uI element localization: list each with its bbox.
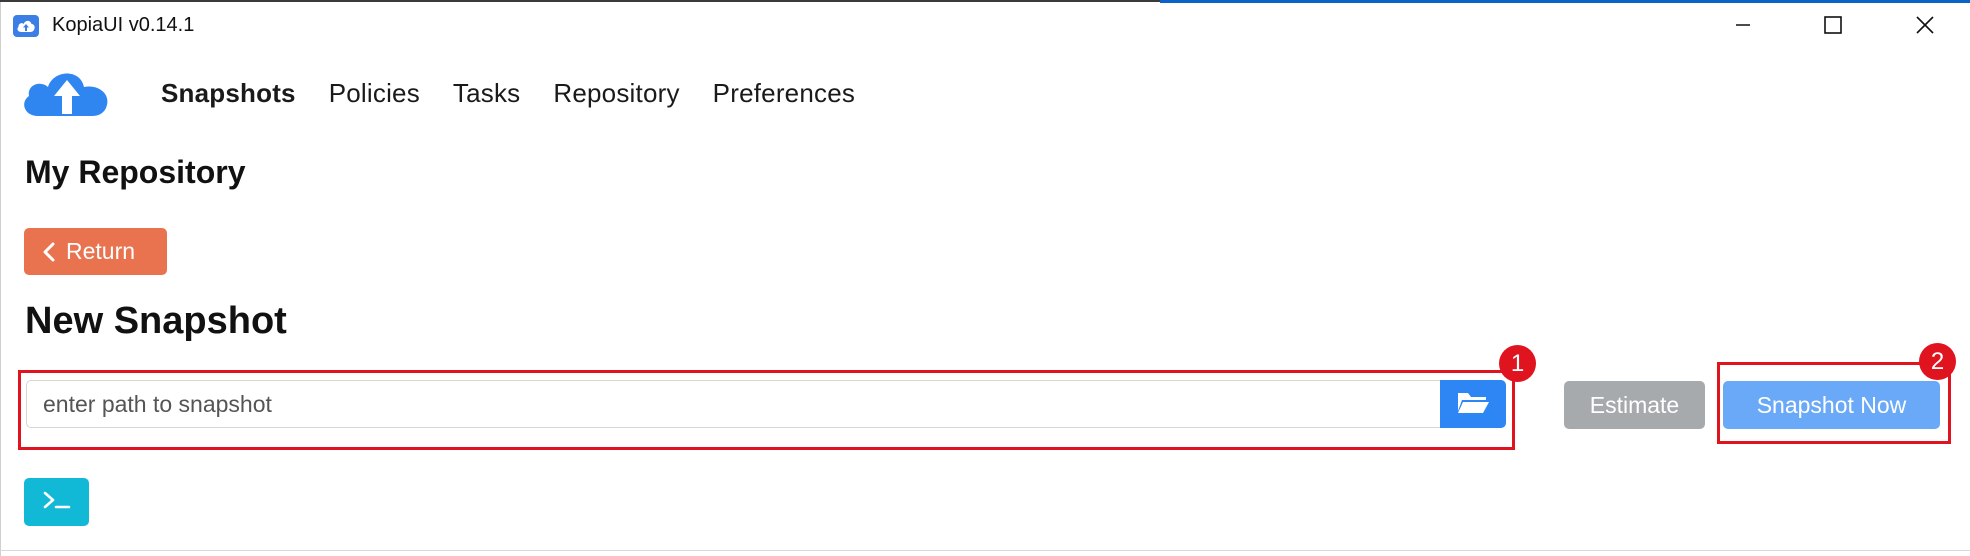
maximize-button[interactable] — [1811, 10, 1855, 44]
cloud-upload-icon — [13, 15, 39, 37]
main-nav: Snapshots Policies Tasks Repository Pref… — [161, 78, 888, 109]
nav-snapshots[interactable]: Snapshots — [161, 78, 296, 109]
annotation-badge-1: 1 — [1499, 345, 1536, 382]
return-button[interactable]: Return — [24, 228, 167, 275]
window-border — [0, 2, 1, 556]
annotation-badge-2: 2 — [1919, 343, 1956, 380]
minimize-button[interactable] — [1721, 10, 1765, 44]
annotation-box-2 — [1717, 362, 1951, 444]
nav-tasks[interactable]: Tasks — [453, 78, 520, 109]
annotation-box-1 — [18, 370, 1515, 450]
cloud-upload-icon — [24, 73, 108, 116]
window-title: KopiaUI v0.14.1 — [52, 14, 195, 36]
cli-command-button[interactable] — [24, 478, 89, 526]
nav-preferences[interactable]: Preferences — [713, 78, 855, 109]
terminal-icon — [42, 489, 72, 516]
nav-policies[interactable]: Policies — [329, 78, 420, 109]
estimate-button[interactable]: Estimate — [1564, 381, 1705, 429]
nav-repository[interactable]: Repository — [553, 78, 679, 109]
maximize-icon — [1823, 15, 1843, 40]
repository-name: My Repository — [25, 154, 246, 190]
close-window-button[interactable] — [1903, 10, 1947, 44]
minimize-icon — [1734, 16, 1752, 39]
chevron-left-icon — [42, 242, 56, 262]
return-label: Return — [66, 238, 136, 264]
section-title: New Snapshot — [25, 300, 287, 342]
title-bar: KopiaUI v0.14.1 — [0, 2, 1970, 48]
kopia-logo[interactable] — [20, 68, 114, 118]
divider — [0, 550, 1970, 551]
close-icon — [1915, 15, 1935, 40]
